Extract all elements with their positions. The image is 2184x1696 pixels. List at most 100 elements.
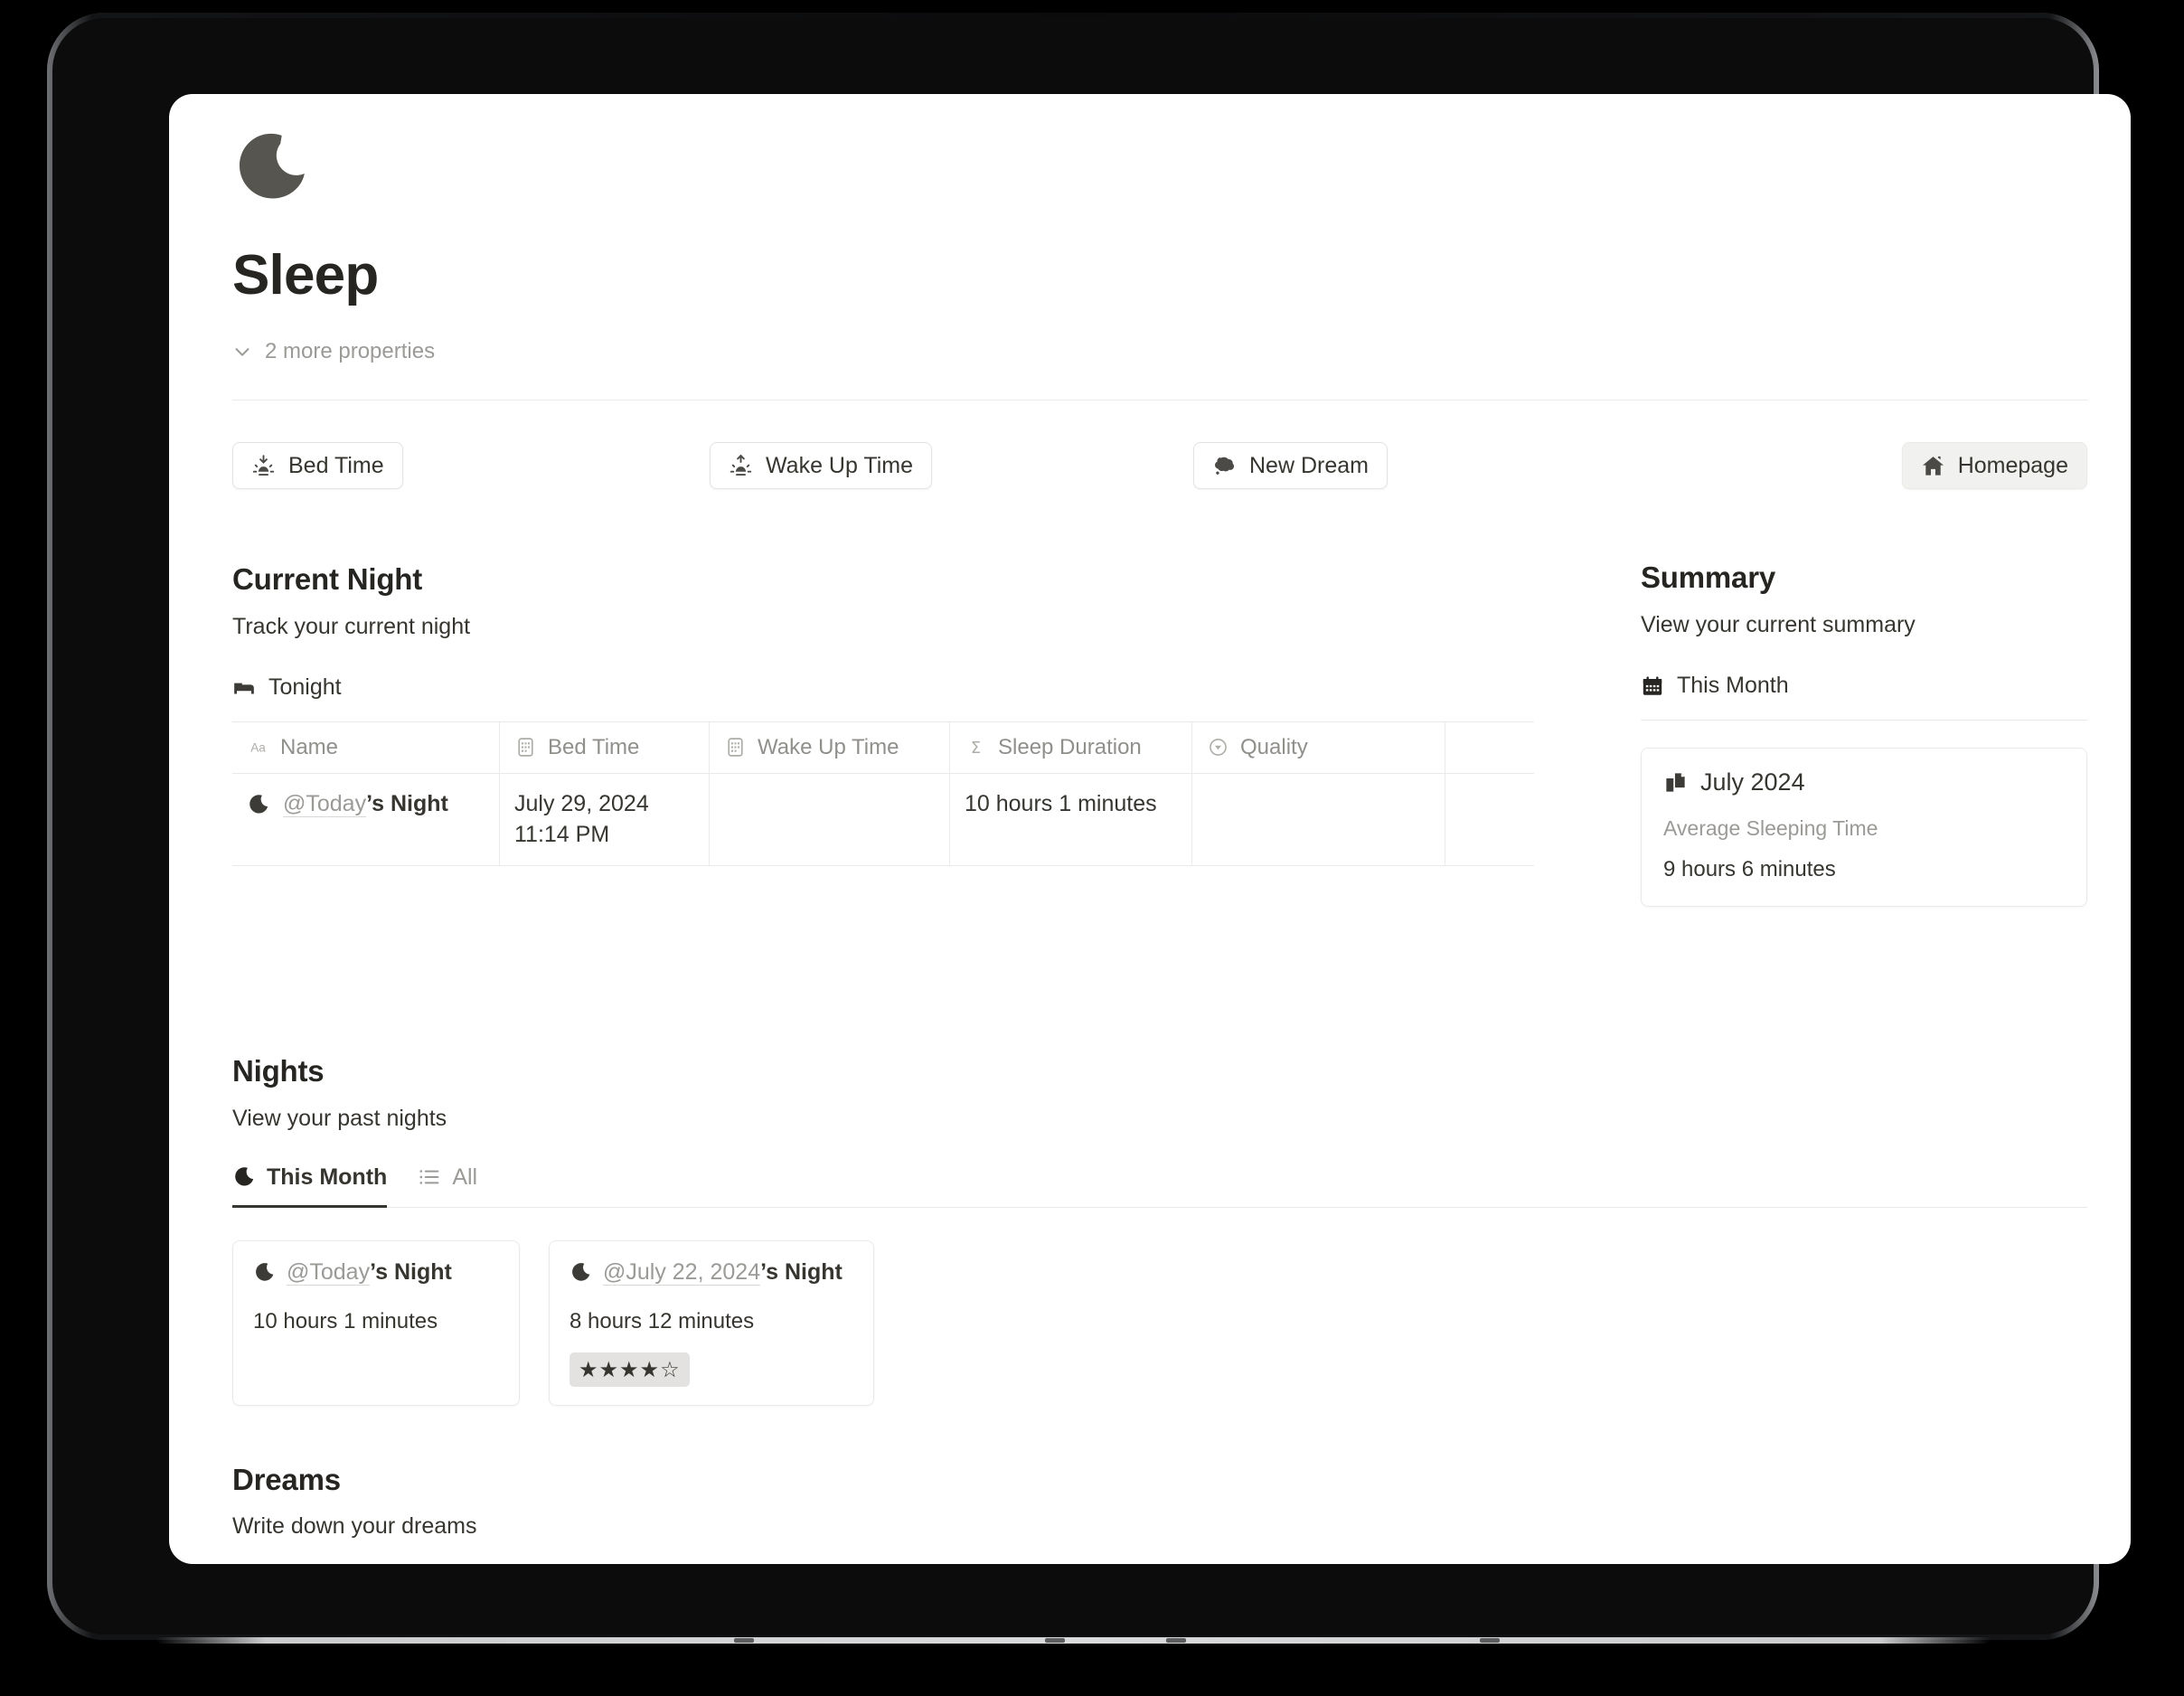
wake-up-time-label: Wake Up Time [766, 452, 914, 478]
column-label: Sleep Duration [998, 734, 1142, 759]
tablet-device: Sleep 2 more properties Bed Time Wake Up… [47, 13, 2131, 1644]
dreams-section: Dreams Write down your dreams Normal [232, 1462, 2087, 1564]
columns: Current Night Track your current night T… [232, 561, 2087, 995]
current-night-subheading: Track your current night [232, 613, 471, 639]
nights-tabbar: This Month All [232, 1164, 2087, 1208]
calendar-date-icon [728, 738, 743, 757]
summary-subheading: View your current summary [1641, 611, 1916, 637]
night-card-duration: 8 hours 12 minutes [570, 1308, 755, 1333]
table-row[interactable]: @Today’s Night July 29, 2024 11:14 PM 10… [232, 773, 1534, 866]
night-card-suffix: ’s Night [760, 1258, 843, 1285]
crescent-moon-icon [256, 1262, 274, 1281]
night-card[interactable]: @July 22, 2024’s Night 8 hours 12 minute… [549, 1239, 874, 1406]
tablet-screen: Sleep 2 more properties Bed Time Wake Up… [169, 94, 2131, 1564]
summary-metric-label: Average Sleeping Time [1663, 815, 1878, 840]
list-icon [419, 1170, 439, 1184]
summary-card[interactable]: July 2024 Average Sleeping Time 9 hours … [1641, 747, 2087, 907]
page-title: Sleep [232, 244, 379, 306]
homepage-button[interactable]: Homepage [1901, 442, 2087, 489]
sunrise-icon [730, 454, 752, 476]
smart-connector-pin [734, 1638, 754, 1643]
current-night-section: Current Night Track your current night T… [232, 561, 1534, 866]
nights-heading: Nights [232, 1054, 325, 1088]
date-mention[interactable]: @July 22, 2024 [603, 1258, 761, 1286]
bed-time-button[interactable]: Bed Time [232, 442, 403, 489]
pages-icon [1666, 772, 1685, 792]
tab-all-nights[interactable]: All [418, 1164, 477, 1208]
homepage-label: Homepage [1957, 452, 2068, 478]
column-header-wake-up-time[interactable]: Wake Up Time [710, 721, 950, 773]
cell-sleep-duration: 10 hours 1 minutes [950, 773, 1192, 865]
calendar-icon [1643, 675, 1662, 695]
calendar-date-icon [518, 738, 533, 757]
tablet-bottom-edge [155, 1637, 1991, 1644]
page-content: Sleep 2 more properties Bed Time Wake Up… [232, 130, 2087, 1564]
column-header-name[interactable]: Aa Name [232, 721, 500, 773]
crescent-moon-icon [249, 794, 268, 814]
bed-time-label: Bed Time [288, 452, 384, 478]
column-header-quality[interactable]: Quality [1192, 721, 1445, 773]
column-header-bed-time[interactable]: Bed Time [500, 721, 710, 773]
current-night-heading: Current Night [232, 562, 423, 596]
svg-text:Σ: Σ [971, 740, 981, 758]
name-suffix: ’s Night [366, 790, 448, 816]
more-properties-toggle[interactable]: 2 more properties [232, 336, 2087, 367]
cell-bed-time[interactable]: July 29, 2024 11:14 PM [500, 773, 710, 865]
dreams-heading: Dreams [232, 1462, 341, 1496]
chevron-down-icon [235, 348, 249, 356]
cloud-icon [1215, 457, 1235, 475]
cell-name[interactable]: @Today’s Night [232, 773, 500, 865]
tonight-view-tab[interactable]: Tonight [232, 671, 1534, 705]
sigma-formula-icon: Σ [971, 740, 981, 758]
table-header-row: Aa Name Bed Time Wake Up Time Σ Sleep Du… [232, 721, 1534, 774]
tab-label: This Month [267, 1164, 388, 1190]
bed-icon [234, 683, 254, 694]
nights-card-list: @Today’s Night 10 hours 1 minutes @July … [232, 1239, 2087, 1406]
screenshot-stage: Sleep 2 more properties Bed Time Wake Up… [0, 0, 2184, 1696]
column-label: Wake Up Time [758, 734, 899, 759]
column-header-spacer [1445, 722, 1534, 773]
this-month-view-tab[interactable]: This Month [1641, 669, 2087, 703]
notion-page: Sleep 2 more properties Bed Time Wake Up… [169, 94, 2131, 1564]
quality-rating-badge: ★★★★☆ [570, 1352, 690, 1387]
summary-card-title: July 2024 [1700, 768, 1805, 796]
column-label: Name [280, 734, 339, 759]
smart-connector-pin [1166, 1638, 1186, 1643]
cell-quality[interactable] [1192, 773, 1445, 865]
wake-up-time-button[interactable]: Wake Up Time [710, 442, 933, 489]
night-card[interactable]: @Today’s Night 10 hours 1 minutes [232, 1239, 520, 1406]
tab-label: All [452, 1164, 478, 1190]
more-properties-label: 2 more properties [265, 339, 436, 363]
column-label: Bed Time [548, 734, 640, 759]
crescent-moon-icon [239, 133, 305, 199]
new-dream-button[interactable]: New Dream [1193, 442, 1388, 489]
house-icon [1922, 456, 1944, 476]
summary-section: Summary View your current summary This M… [1641, 560, 2087, 907]
title-aa-icon: Aa [250, 741, 266, 755]
summary-heading: Summary [1641, 561, 1776, 594]
date-mention[interactable]: @Today [287, 1258, 371, 1286]
night-card-duration: 10 hours 1 minutes [253, 1308, 438, 1333]
new-dream-label: New Dream [1249, 452, 1369, 478]
summary-metric-value: 9 hours 6 minutes [1663, 856, 1836, 881]
summary-rule [1641, 719, 2087, 721]
nights-subheading: View your past nights [232, 1105, 447, 1131]
smart-connector-pin [1480, 1638, 1500, 1643]
cell-spacer [1445, 774, 1534, 865]
current-night-table: Aa Name Bed Time Wake Up Time Σ Sleep Du… [232, 721, 1534, 866]
cell-wake-up-time[interactable] [710, 773, 950, 865]
dreams-subheading: Write down your dreams [232, 1513, 477, 1540]
crescent-moon-icon [235, 1167, 254, 1186]
column-label: Quality [1240, 734, 1308, 759]
nights-section: Nights View your past nights This Month [232, 1053, 2087, 1406]
this-month-label: This Month [1677, 673, 1789, 699]
tab-this-month[interactable]: This Month [232, 1164, 388, 1208]
crescent-moon-icon [572, 1262, 590, 1281]
smart-connector-pin [1045, 1638, 1065, 1643]
toolbar: Bed Time Wake Up Time New Dream Homepage [232, 442, 2087, 505]
date-mention[interactable]: @Today [283, 790, 367, 817]
column-header-sleep-duration[interactable]: Σ Sleep Duration [950, 721, 1192, 773]
svg-text:Aa: Aa [250, 741, 266, 755]
night-card-suffix: ’s Night [370, 1258, 452, 1285]
select-circle-icon [1210, 739, 1227, 756]
